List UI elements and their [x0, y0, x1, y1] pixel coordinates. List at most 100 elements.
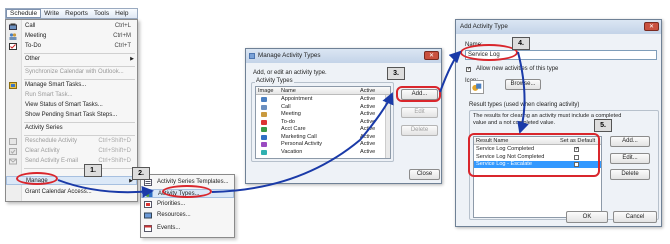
priorities-icon [144, 201, 152, 208]
icon-preview [470, 80, 484, 94]
meeting-icon [9, 33, 17, 40]
result-delete-button[interactable]: Delete [610, 169, 650, 180]
menu-item-clear-activity[interactable]: Clear Activity Ctrl+Shift+D [6, 147, 137, 156]
result-add-button[interactable]: Add... [610, 136, 650, 147]
dialog-titlebar: Manage Activity Types ✕ [246, 49, 441, 63]
activity-type-row[interactable]: Call Active [256, 104, 390, 111]
allow-new-activities-checkbox[interactable]: ✓ [466, 67, 471, 72]
highlight-ring-results [468, 133, 600, 177]
acct-care-icon [261, 127, 267, 132]
callout-3: 3. [387, 67, 405, 80]
menu-separator [24, 168, 135, 169]
callout-4: 4. [512, 37, 530, 50]
activity-type-name: Personal Activity [281, 141, 323, 147]
menu-help[interactable]: Help [112, 9, 131, 18]
activity-type-status: Active [360, 141, 376, 147]
menu-separator [24, 79, 135, 80]
menu-item-send-email[interactable]: Send Activity E-mail Ctrl+Shift+D [6, 157, 137, 166]
submenu-item-resources[interactable]: Resources... [141, 211, 234, 220]
activity-type-name: Acct Care [281, 126, 306, 132]
callout-1: 1. [84, 164, 102, 177]
menu-item-meeting[interactable]: Meeting Ctrl+M [6, 32, 137, 41]
activity-type-row[interactable]: Appointment Active [256, 96, 390, 103]
dialog-titlebar: Add Activity Type ✕ [456, 20, 661, 34]
menu-item-manage-smart-tasks[interactable]: Manage Smart Tasks... [6, 81, 137, 90]
close-icon[interactable]: ✕ [644, 22, 659, 31]
service-log-icon [472, 83, 482, 91]
delete-button[interactable]: Delete [401, 125, 438, 136]
reschedule-icon [9, 138, 17, 145]
dialog-instruction: Add, or edit an activity type. [253, 70, 327, 76]
activity-types-list[interactable]: Image Name Active Appointment Active Call A… [255, 86, 391, 159]
highlight-ring-manage [16, 172, 58, 185]
phone-icon [261, 104, 267, 110]
app-icon [249, 53, 255, 59]
menu-separator [24, 135, 135, 136]
menu-item-pending-steps[interactable]: Show Pending Smart Task Steps... [6, 111, 137, 120]
activity-type-status: Active [360, 118, 376, 125]
close-button[interactable]: Close [409, 169, 440, 180]
menu-item-reschedule[interactable]: Reschedule Activity Ctrl+Shift+D [6, 137, 137, 146]
menu-separator [24, 122, 135, 123]
todo-icon [9, 43, 17, 50]
menu-write[interactable]: Write [41, 9, 62, 18]
menu-item-todo[interactable]: To-Do Ctrl+T [6, 42, 137, 51]
activity-type-status: Active [360, 133, 376, 140]
callout-5: 5. [594, 119, 612, 132]
submenu-item-events[interactable]: Events... [141, 224, 234, 233]
email-icon [9, 158, 17, 165]
menu-item-run-smart-task[interactable]: Run Smart Task... [6, 91, 137, 100]
close-icon[interactable]: ✕ [424, 51, 439, 60]
menu-item-call[interactable]: Call Ctrl+L [6, 22, 137, 31]
menu-item-other[interactable]: Other ▶ [6, 55, 137, 64]
menu-schedule[interactable]: Schedule [6, 9, 42, 18]
clear-icon [9, 148, 17, 155]
activity-type-name: Call [281, 103, 291, 110]
vertical-scrollbar[interactable] [385, 95, 390, 158]
activity-type-status: Active [360, 111, 376, 117]
activity-type-name: Meeting [281, 111, 301, 117]
activity-type-status: Active [360, 96, 376, 102]
activity-type-row[interactable]: Personal Activity Active [256, 141, 390, 148]
submenu-item-priorities[interactable]: Priorities... [141, 200, 234, 209]
highlight-ring-name [460, 44, 518, 61]
ok-button[interactable]: OK [566, 211, 608, 223]
activity-type-row[interactable]: Marketing Call Active [256, 134, 390, 141]
phone-icon [9, 23, 17, 30]
smart-task-icon [9, 82, 17, 89]
activity-type-status: Active [360, 126, 376, 132]
menu-reports[interactable]: Reports [62, 9, 91, 18]
menu-item-view-status[interactable]: View Status of Smart Tasks... [6, 101, 137, 110]
allow-new-activities-label: Allow new activities of this type [476, 66, 559, 72]
callout-2: 2. [132, 167, 150, 180]
activity-type-row[interactable]: Acct Care Active [256, 126, 390, 133]
activity-type-row[interactable]: Meeting Active [256, 111, 390, 118]
browse-button[interactable]: Browse... [505, 79, 541, 90]
activity-type-row[interactable]: Vacation Active [256, 149, 390, 156]
menu-item-synchronize[interactable]: Synchronize Calendar with Outlook... [6, 68, 137, 77]
activity-type-name: Appointment [281, 96, 313, 102]
todo-icon [261, 119, 267, 125]
activity-type-name: Vacation [281, 148, 303, 155]
highlight-ring-add [396, 86, 441, 102]
result-edit-button[interactable]: Edit... [610, 153, 650, 164]
menu-separator [24, 66, 135, 67]
meeting-icon [261, 112, 267, 117]
menu-tools[interactable]: Tools [91, 9, 112, 18]
edit-button[interactable]: Edit [401, 107, 438, 118]
appointment-icon [261, 97, 267, 102]
vacation-icon [261, 149, 267, 155]
template-icon [144, 179, 152, 186]
activity-type-name: To-do [281, 118, 295, 125]
activity-types-group-label: Activity Types [255, 78, 294, 84]
manage-submenu: Activity Series Templates... Activity Ty… [140, 174, 235, 238]
activity-type-row[interactable]: To-do Active [256, 119, 390, 126]
resources-icon [144, 212, 152, 219]
activity-type-status: Active [360, 103, 376, 110]
cancel-button[interactable]: Cancel [613, 211, 657, 223]
submenu-arrow-icon: ▶ [130, 56, 134, 62]
activity-types-icon [145, 192, 153, 197]
menu-bar: Schedule Write Reports Tools Help [5, 8, 138, 19]
menu-item-grant-calendar-access[interactable]: Grant Calendar Access... [6, 188, 137, 197]
menu-item-activity-series[interactable]: Activity Series [6, 124, 137, 133]
